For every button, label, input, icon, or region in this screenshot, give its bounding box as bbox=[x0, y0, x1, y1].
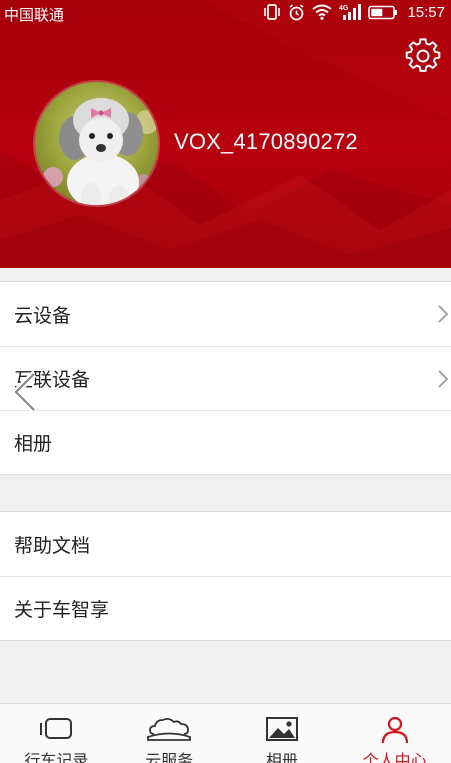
menu-group-info: 帮助文档 关于车智享 bbox=[0, 511, 451, 641]
nav-tab-label: 个人中心 bbox=[362, 751, 427, 763]
back-gesture-icon[interactable] bbox=[8, 370, 42, 414]
menu-group-devices: 云设备 互联设备 相册 bbox=[0, 281, 451, 475]
carrier-label: 中国联通 bbox=[4, 6, 65, 24]
menu-item-label: 帮助文档 bbox=[14, 534, 91, 557]
nav-tab-personal-center[interactable]: 个人中心 bbox=[338, 704, 451, 763]
menu-item-linked-device[interactable]: 互联设备 bbox=[0, 346, 451, 410]
nav-tab-label: 行车记录 bbox=[24, 751, 89, 763]
wifi-icon bbox=[312, 4, 333, 20]
chevron-right-icon bbox=[438, 370, 449, 388]
menu-item-album[interactable]: 相册 bbox=[0, 410, 451, 474]
nav-tab-driving-record[interactable]: 行车记录 bbox=[0, 704, 113, 763]
status-icons: 4G 15:57 bbox=[263, 3, 445, 21]
alarm-icon bbox=[289, 3, 304, 20]
poodle-avatar-image bbox=[35, 82, 158, 205]
status-bar: 中国联通 4G 15:57 bbox=[0, 0, 451, 28]
menu-item-label: 云设备 bbox=[14, 304, 72, 327]
network-type-label: 4G bbox=[339, 5, 349, 12]
cloud-car-icon bbox=[147, 717, 192, 741]
avatar[interactable] bbox=[33, 80, 160, 207]
nav-tab-label: 云服务 bbox=[145, 751, 194, 763]
chevron-right-icon bbox=[438, 305, 449, 323]
dashcam-icon bbox=[40, 718, 73, 739]
clock: 15:57 bbox=[407, 3, 445, 21]
username: VOX_4170890272 bbox=[174, 129, 358, 154]
person-icon bbox=[381, 716, 408, 744]
profile-header: 中国联通 4G 15:57 VOX_4170890272 bbox=[0, 0, 451, 268]
album-icon bbox=[265, 717, 298, 741]
settings-gear-icon[interactable] bbox=[405, 38, 441, 74]
screen: 中国联通 4G 15:57 VOX_4170890272 云设备 互联设备 相册… bbox=[0, 0, 451, 763]
signal-icon: 4G bbox=[339, 4, 362, 20]
nav-tab-cloud-service[interactable]: 云服务 bbox=[113, 704, 226, 763]
menu-item-label: 关于车智享 bbox=[14, 599, 110, 621]
menu-item-cloud-device[interactable]: 云设备 bbox=[0, 282, 451, 346]
nav-tab-label: 相册 bbox=[265, 751, 298, 763]
bottom-navigation: 行车记录 云服务 相册 个人中心 bbox=[0, 703, 451, 763]
menu-item-about[interactable]: 关于车智享 bbox=[0, 576, 451, 640]
battery-icon bbox=[368, 5, 398, 19]
vibrate-icon bbox=[264, 4, 281, 20]
menu-item-label: 相册 bbox=[14, 433, 53, 455]
nav-tab-album[interactable]: 相册 bbox=[226, 704, 339, 763]
menu-item-help-docs[interactable]: 帮助文档 bbox=[0, 512, 451, 576]
